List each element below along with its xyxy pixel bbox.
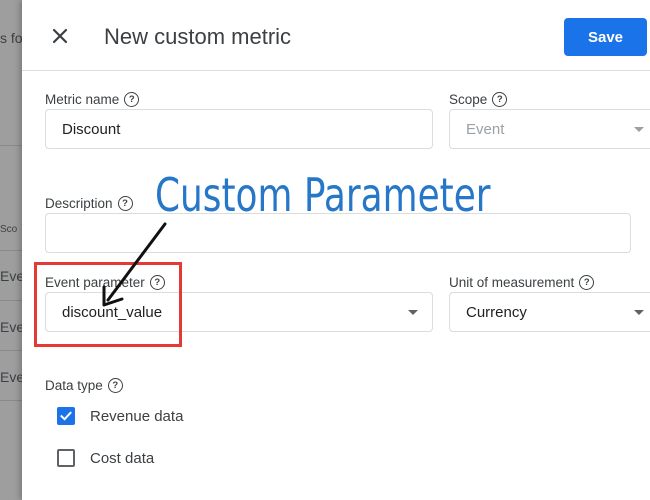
scope-label: Scope ?	[449, 92, 508, 107]
background-divider	[0, 400, 22, 401]
check-icon	[60, 411, 72, 421]
help-icon[interactable]: ?	[579, 275, 595, 290]
revenue-data-label[interactable]: Revenue data	[90, 408, 183, 425]
metric-name-label-text: Metric name	[45, 92, 120, 107]
data-type-label: Data type ?	[45, 378, 123, 393]
help-icon[interactable]: ?	[107, 378, 123, 393]
unit-of-measurement-label-text: Unit of measurement	[449, 275, 575, 290]
highlight-box	[34, 262, 182, 347]
metric-name-label: Metric name ?	[45, 92, 140, 107]
description-label: Description ?	[45, 196, 133, 211]
background-text: s fo	[0, 30, 22, 46]
background-divider	[0, 145, 22, 146]
background-text: Eve	[0, 369, 22, 385]
data-type-label-text: Data type	[45, 378, 103, 393]
annotation-text: Custom Parameter	[155, 168, 491, 222]
background-divider	[0, 300, 22, 301]
background-text: Eve	[0, 268, 22, 284]
background-divider	[0, 250, 22, 251]
help-icon[interactable]: ?	[117, 196, 133, 211]
background-page: s fo Sco Eve Eve Eve	[0, 0, 22, 500]
save-button[interactable]: Save	[564, 18, 647, 56]
cost-data-label[interactable]: Cost data	[90, 450, 154, 467]
chevron-down-icon	[408, 310, 418, 315]
cost-data-checkbox[interactable]	[57, 449, 75, 467]
chevron-down-icon	[634, 310, 644, 315]
scope-value: Event	[466, 120, 505, 138]
close-button[interactable]	[48, 24, 72, 48]
scope-label-text: Scope	[449, 92, 488, 107]
unit-of-measurement-value: Currency	[466, 303, 527, 321]
help-icon[interactable]: ?	[492, 92, 508, 107]
help-icon[interactable]: ?	[124, 92, 140, 107]
scope-select: Event	[449, 109, 650, 149]
close-icon	[52, 28, 68, 44]
background-divider	[0, 350, 22, 351]
page-title: New custom metric	[104, 24, 292, 49]
metric-name-value: Discount	[62, 120, 121, 138]
chevron-down-icon	[634, 127, 644, 132]
unit-of-measurement-label: Unit of measurement ?	[449, 275, 595, 290]
unit-of-measurement-select[interactable]: Currency	[449, 292, 650, 332]
background-text: Sco	[0, 224, 18, 235]
panel-header: New custom metric Save	[22, 0, 650, 71]
background-text: Eve	[0, 319, 22, 335]
revenue-data-checkbox[interactable]	[57, 407, 75, 425]
description-label-text: Description	[45, 196, 113, 211]
custom-metric-panel: New custom metric Save Metric name ? Dis…	[22, 0, 650, 500]
metric-name-input[interactable]: Discount	[45, 109, 433, 149]
